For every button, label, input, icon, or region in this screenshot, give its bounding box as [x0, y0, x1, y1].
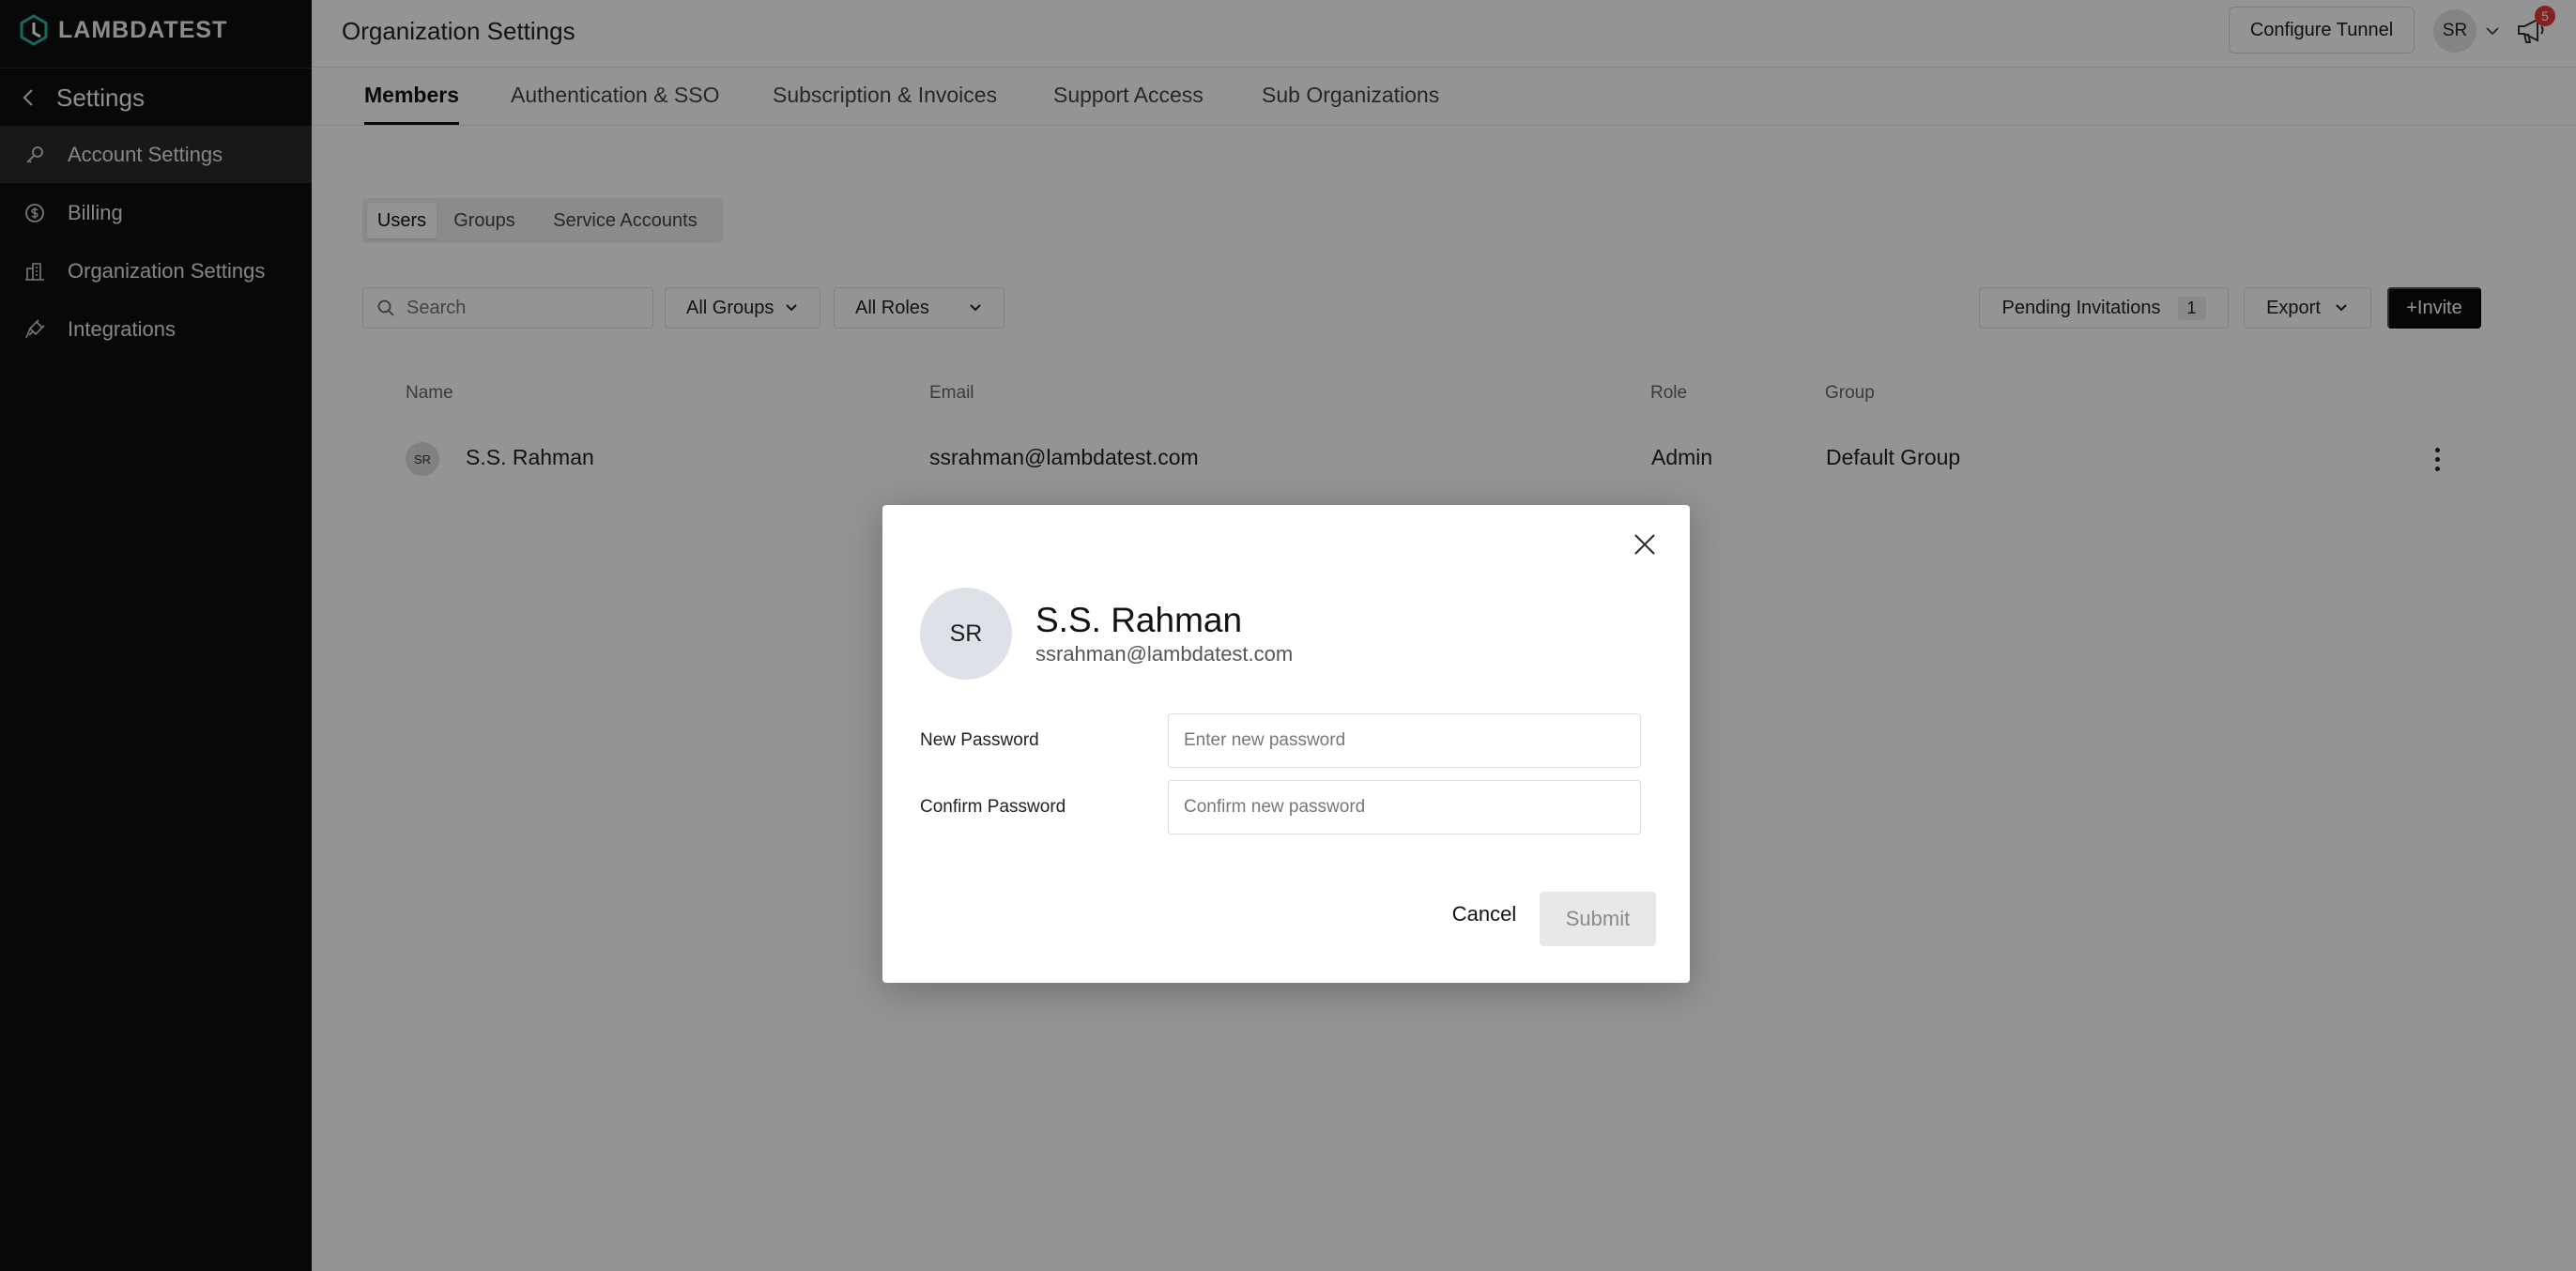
confirm-password-field[interactable]	[1168, 780, 1641, 835]
cancel-button[interactable]: Cancel	[1442, 896, 1526, 933]
modal-user-name: S.S. Rahman	[1035, 601, 1243, 639]
confirm-password-label: Confirm Password	[920, 797, 1066, 817]
close-icon[interactable]	[1630, 529, 1660, 559]
new-password-label: New Password	[920, 730, 1039, 750]
modal-avatar: SR	[920, 588, 1012, 680]
modal-user-email: ssrahman@lambdatest.com	[1035, 642, 1294, 666]
reset-password-modal: SR S.S. Rahman ssrahman@lambdatest.com N…	[882, 505, 1690, 983]
submit-button[interactable]: Submit	[1540, 892, 1656, 946]
new-password-field[interactable]	[1168, 713, 1641, 768]
